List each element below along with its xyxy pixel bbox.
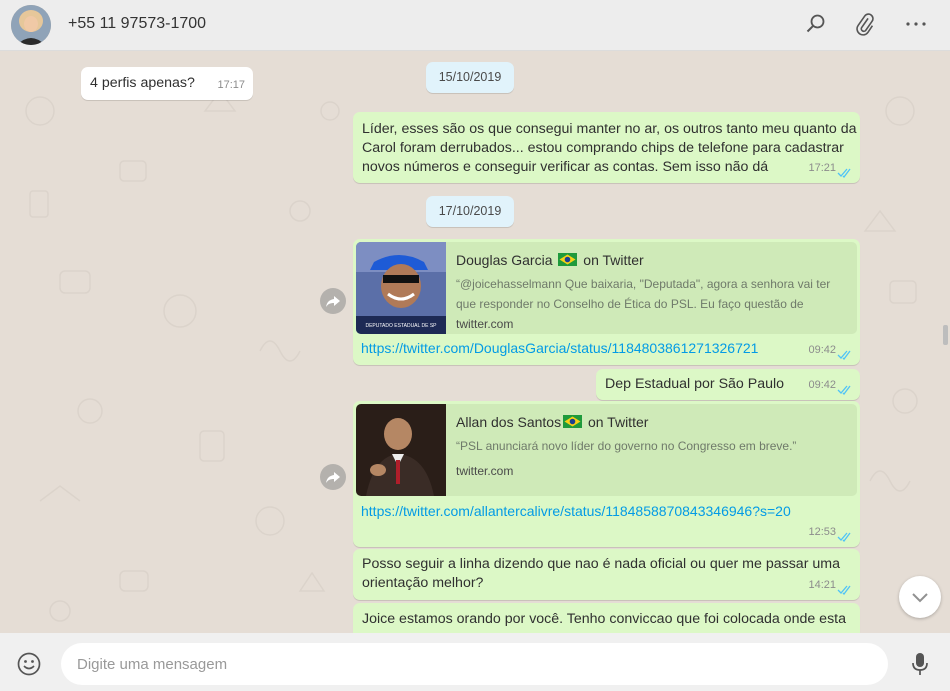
message-text: Joice estamos orando por você. Tenho con…: [362, 611, 847, 627]
preview-description: “@joicehasselmann Que baixaria, "Deputad…: [456, 277, 831, 311]
read-ticks-icon: [837, 585, 851, 595]
chat-header: +55 11 97573-1700: [0, 0, 950, 51]
read-ticks-icon: [837, 350, 851, 360]
emoji-icon[interactable]: [16, 651, 42, 677]
message-incoming[interactable]: 4 perfis apenas? 17:17: [81, 67, 253, 100]
preview-title: Douglas Garcia on Twitter: [456, 252, 644, 268]
message-time: 17:21: [808, 162, 836, 174]
message-text: Líder, esses são os que consegui manter …: [362, 121, 857, 175]
date-chip: 17/10/2019: [426, 196, 514, 227]
message-link[interactable]: https://twitter.com/DouglasGarcia/status…: [361, 339, 758, 358]
preview-description: “PSL anunciará novo líder do governo no …: [456, 439, 797, 453]
message-time: 12:53: [808, 526, 836, 538]
read-ticks-icon: [837, 168, 851, 178]
contact-avatar[interactable]: [11, 5, 51, 45]
scroll-down-button[interactable]: [899, 576, 941, 618]
message-text: Posso seguir a linha dizendo que nao é n…: [362, 556, 840, 591]
message-link-preview[interactable]: DEPUTADO ESTADUAL DE SP Douglas Garcia o…: [353, 239, 860, 365]
chevron-down-icon: [912, 593, 928, 603]
attach-icon[interactable]: [853, 12, 877, 36]
message-text: 4 perfis apenas?: [90, 75, 195, 91]
link-preview-card[interactable]: DEPUTADO ESTADUAL DE SP Douglas Garcia o…: [356, 242, 857, 334]
forward-icon[interactable]: [320, 288, 346, 314]
message-outgoing[interactable]: Líder, esses são os que consegui manter …: [353, 112, 860, 183]
thumbnail-caption: DEPUTADO ESTADUAL DE SP: [365, 323, 437, 329]
scrollbar-thumb[interactable]: [943, 325, 948, 345]
message-time: 09:42: [808, 344, 836, 356]
message-time: 09:42: [808, 379, 836, 391]
contact-name[interactable]: +55 11 97573-1700: [68, 15, 206, 33]
search-icon[interactable]: [804, 12, 828, 36]
read-ticks-icon: [837, 532, 851, 542]
chat-panel[interactable]: 15/10/2019 4 perfis apenas? 17:17 Líder,…: [0, 51, 950, 633]
message-outgoing[interactable]: Dep Estadual por São Paulo 09:42: [596, 369, 860, 400]
message-time: 14:21: [808, 579, 836, 591]
message-link[interactable]: https://twitter.com/allantercalivre/stat…: [361, 502, 791, 521]
forward-icon[interactable]: [320, 464, 346, 490]
menu-icon[interactable]: [904, 12, 928, 36]
date-chip: 15/10/2019: [426, 62, 514, 93]
message-text: Dep Estadual por São Paulo: [605, 376, 785, 392]
preview-title: Allan dos Santos on Twitter: [456, 414, 649, 430]
brazil-flag-icon: [558, 253, 578, 266]
microphone-icon[interactable]: [910, 651, 930, 677]
link-preview-card[interactable]: Allan dos Santos on Twitter “PSL anuncia…: [356, 404, 857, 496]
preview-thumbnail: [356, 404, 446, 496]
message-link-preview[interactable]: Allan dos Santos on Twitter “PSL anuncia…: [353, 401, 860, 547]
preview-thumbnail: DEPUTADO ESTADUAL DE SP: [356, 242, 446, 334]
message-input[interactable]: [61, 643, 888, 685]
brazil-flag-icon: [563, 415, 583, 428]
read-ticks-icon: [837, 385, 851, 395]
preview-domain: twitter.com: [456, 317, 514, 331]
message-time: 17:17: [217, 79, 245, 91]
preview-domain: twitter.com: [456, 464, 514, 478]
message-outgoing[interactable]: Posso seguir a linha dizendo que nao é n…: [353, 549, 860, 600]
message-outgoing[interactable]: Joice estamos orando por você. Tenho con…: [353, 603, 860, 633]
composer-bar: [0, 633, 950, 691]
